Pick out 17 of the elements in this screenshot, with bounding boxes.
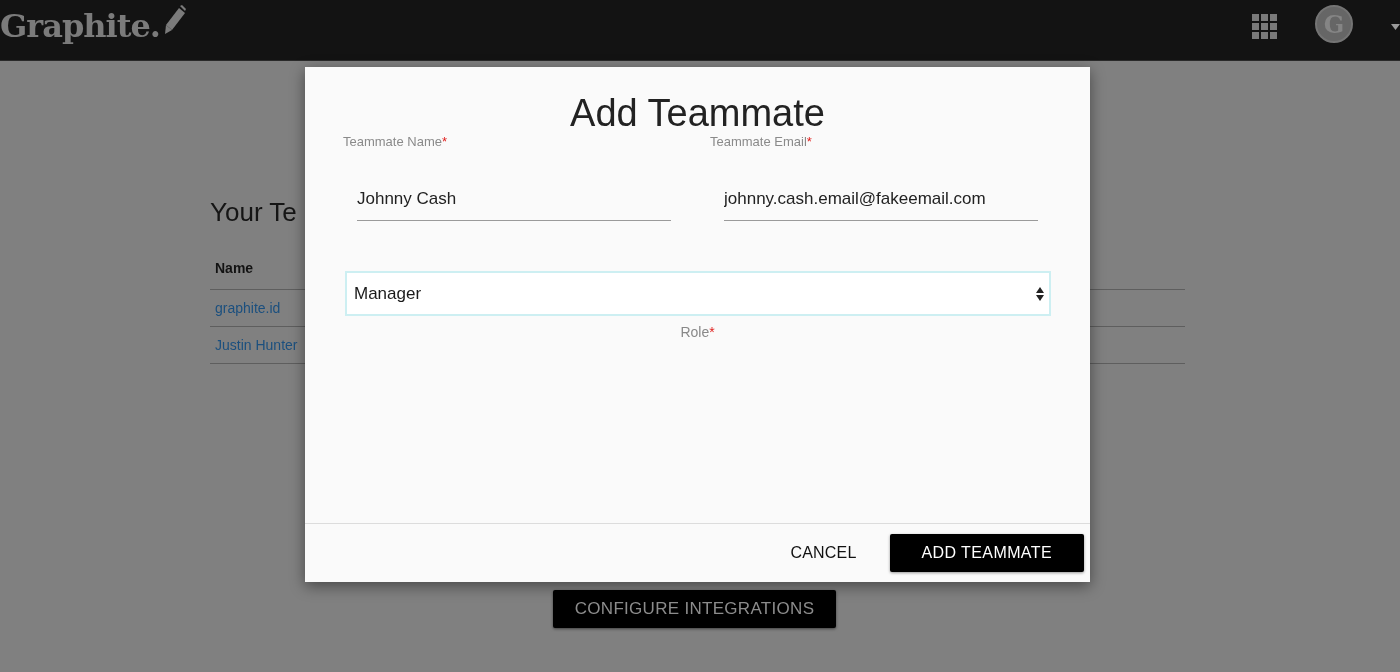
text-input[interactable]: Johnny Cash bbox=[357, 178, 671, 221]
field-label: Role* bbox=[680, 324, 715, 340]
text-input[interactable]: johnny.cash.email@fakeemail.com bbox=[724, 178, 1038, 221]
dialog-title: Add Teammate bbox=[570, 92, 825, 134]
up-down-arrows-icon bbox=[1036, 286, 1044, 301]
column-header: Name bbox=[215, 259, 254, 276]
role-select[interactable]: Manager bbox=[345, 271, 1051, 316]
logo[interactable]: Graphite. bbox=[0, 9, 160, 43]
field-label: Teammate Email* bbox=[710, 134, 812, 149]
pencil-icon bbox=[164, 5, 186, 35]
configure-integrations-button[interactable]: CONFIGURE INTEGRATIONS bbox=[553, 590, 836, 628]
add-teammate-button[interactable]: ADD TEAMMATE bbox=[889, 534, 1084, 572]
page-heading: Your Te bbox=[210, 196, 297, 228]
apps-grid-icon[interactable] bbox=[1252, 13, 1277, 39]
field-label: Teammate Name* bbox=[343, 134, 448, 149]
caret-icon[interactable] bbox=[1391, 24, 1400, 30]
cancel-button[interactable]: CANCEL bbox=[774, 534, 873, 572]
